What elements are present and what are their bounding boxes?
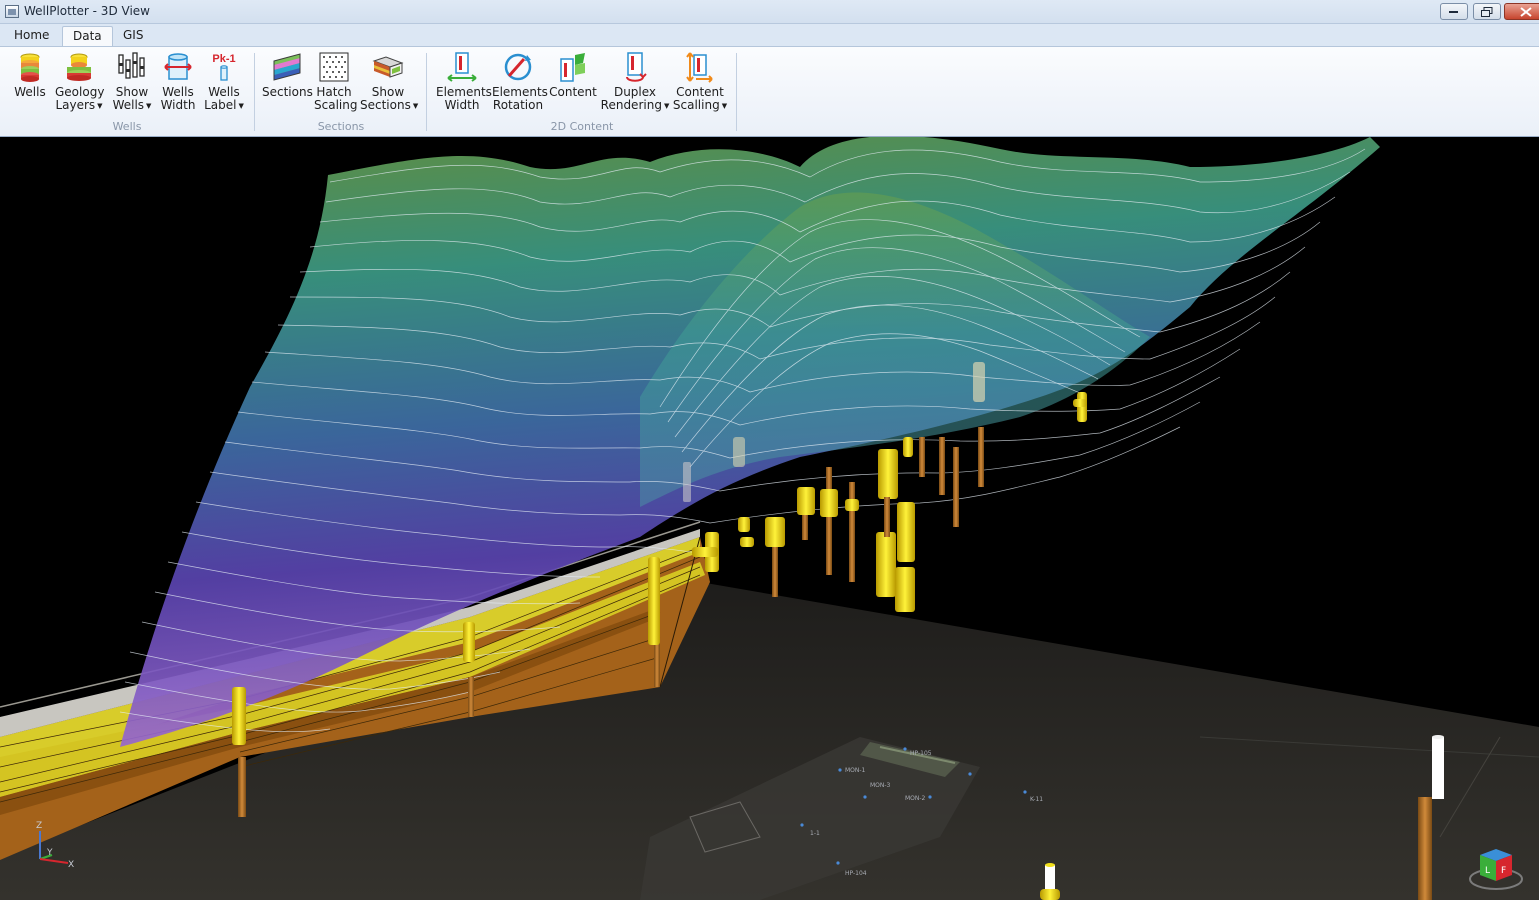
well[interactable]: [845, 482, 859, 582]
group-2d-content: Elements Width Elements Rotation Content: [428, 47, 736, 137]
group-separator: [736, 53, 737, 131]
minimize-button[interactable]: [1440, 3, 1468, 20]
well[interactable]: [820, 467, 838, 575]
hatch-scaling-button[interactable]: Hatch Scaling: [314, 51, 358, 112]
3d-scene[interactable]: MON-1 MON-2 MON-3 HP-105 HP-104 1-1 K-11: [0, 137, 1539, 900]
dropdown-arrow-icon: ▼: [663, 102, 670, 110]
content-label: Content: [549, 85, 597, 99]
wells-width-icon: [164, 53, 192, 80]
tab-home[interactable]: Home: [4, 26, 59, 47]
dropdown-arrow-icon: ▼: [721, 102, 728, 110]
content-icon: [560, 53, 585, 82]
restore-button[interactable]: [1473, 3, 1501, 20]
wells-button-label: Wells: [14, 85, 46, 99]
svg-text:Y: Y: [46, 848, 53, 858]
svg-text:Pk-1: Pk-1: [212, 53, 235, 65]
wells-width-button[interactable]: Wells Width: [159, 51, 197, 112]
elements-rotation-icon: [504, 53, 532, 81]
map-label: HP-104: [845, 870, 867, 877]
content-scaling-button[interactable]: Content Scalling ▼: [672, 51, 728, 113]
sections-button[interactable]: Sections: [262, 51, 313, 99]
duplex-rendering-button[interactable]: Duplex Rendering ▼: [600, 51, 670, 113]
show-wells-icon: [118, 52, 145, 79]
elements-rotation-button[interactable]: Elements Rotation: [492, 51, 548, 112]
well[interactable]: [919, 427, 984, 527]
svg-text:X: X: [68, 860, 74, 867]
map-label: MON-2: [905, 795, 926, 802]
geology-layers-button[interactable]: Geology Layers ▼: [55, 51, 104, 113]
map-label: HP-105: [910, 750, 932, 757]
content-scaling-icon: [686, 52, 713, 83]
elements-width-label-2: Width: [444, 98, 480, 112]
duplex-rendering-label-2: Rendering ▼: [600, 98, 670, 112]
elements-rotation-label-2: Rotation: [492, 98, 544, 112]
axis-triad: Z Y X: [36, 821, 74, 867]
well[interactable]: [797, 487, 815, 540]
show-wells-label-2: Wells ▼: [112, 98, 152, 112]
duplex-rendering-icon: [626, 52, 647, 82]
group-separator: [426, 53, 427, 131]
group-separator: [254, 53, 255, 131]
well[interactable]: [738, 517, 754, 547]
elements-width-button[interactable]: Elements Width: [436, 51, 492, 112]
geology-layers-label-2: Layers ▼: [55, 98, 103, 112]
well[interactable]: [876, 449, 898, 597]
tab-gis[interactable]: GIS: [113, 26, 153, 47]
ribbon: Wells Geology Layers ▼ Show Wells ▼ Well…: [0, 46, 1539, 137]
map-label: K-11: [1030, 796, 1043, 803]
window-title: WellPlotter - 3D View: [24, 4, 150, 18]
group-title-2d-content: 2D Content: [550, 120, 614, 133]
wells-width-label-2: Width: [160, 98, 196, 112]
group-sections: Sections Hatch Scaling Show Sections ▼ S…: [256, 47, 426, 137]
hatch-scaling-icon: [319, 52, 349, 82]
elements-width-icon: [447, 52, 477, 82]
wells-button[interactable]: Wells: [10, 51, 50, 99]
title-bar: WellPlotter - 3D View: [0, 0, 1539, 24]
tab-data[interactable]: Data: [62, 26, 113, 47]
svg-text:L: L: [1485, 866, 1490, 876]
geology-layers-icon: [67, 53, 91, 81]
close-button[interactable]: [1504, 3, 1539, 20]
wells-icon: [20, 53, 40, 82]
sections-icon: [273, 53, 301, 81]
group-title-sections: Sections: [317, 120, 365, 133]
map-label: MON-1: [845, 767, 866, 774]
dropdown-arrow-icon: ▼: [146, 102, 152, 110]
svg-text:F: F: [1501, 866, 1506, 876]
dropdown-arrow-icon: ▼: [238, 102, 244, 110]
show-wells-button[interactable]: Show Wells ▼: [110, 51, 154, 113]
ribbon-tabs: Home Data GIS: [0, 24, 1539, 47]
show-sections-label-2: Sections ▼: [360, 98, 419, 112]
content-button[interactable]: Content: [549, 51, 597, 99]
map-label: MON-3: [870, 782, 891, 789]
well[interactable]: [1073, 392, 1087, 422]
dropdown-arrow-icon: ▼: [412, 102, 419, 110]
group-title-wells: Wells: [112, 120, 142, 133]
wells-label-button[interactable]: Pk-1 Wells Label ▼: [202, 51, 246, 113]
3d-viewport[interactable]: MON-1 MON-2 MON-3 HP-105 HP-104 1-1 K-11: [0, 137, 1539, 900]
show-sections-button[interactable]: Show Sections ▼: [360, 51, 419, 113]
dropdown-arrow-icon: ▼: [97, 102, 103, 110]
hatch-scaling-label-2: Scaling: [314, 98, 358, 112]
well[interactable]: [765, 517, 785, 597]
show-sections-icon: [372, 56, 404, 78]
map-label: 1-1: [810, 830, 820, 837]
app-icon: [5, 5, 19, 18]
content-scaling-label-2: Scalling ▼: [672, 98, 728, 112]
wells-label-icon: Pk-1: [212, 53, 236, 81]
sections-label: Sections: [262, 85, 313, 99]
group-wells: Wells Geology Layers ▼ Show Wells ▼ Well…: [0, 47, 254, 137]
svg-text:Z: Z: [36, 821, 42, 831]
wells-label-label-2: Label ▼: [204, 98, 244, 112]
view-cube[interactable]: L F: [1466, 837, 1526, 893]
